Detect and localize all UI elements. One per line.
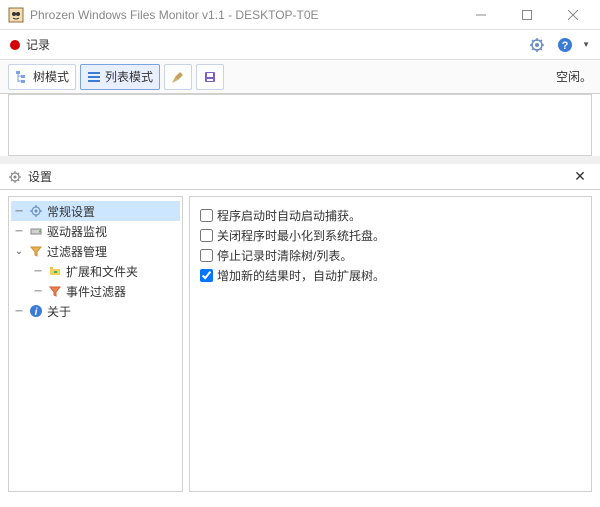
option-autostart-capture[interactable]: 程序启动时自动启动捕获。 (200, 205, 581, 225)
settings-gear-button[interactable] (526, 34, 548, 56)
tree-label: 过滤器管理 (47, 243, 107, 260)
dash-icon: ─ (13, 225, 25, 237)
record-bar: 记录 ? ▼ (0, 30, 600, 60)
broom-icon (171, 70, 185, 84)
tree-mode-button[interactable]: 树模式 (8, 64, 76, 90)
tree-item-general[interactable]: ─ 常规设置 (11, 201, 180, 221)
settings-titlebar: 设置 ✕ (0, 164, 600, 190)
tree-item-filter-manager[interactable]: ⌄ 过滤器管理 (11, 241, 180, 261)
dash-icon: ─ (13, 305, 25, 317)
dropdown-icon[interactable]: ▼ (582, 40, 590, 49)
tree-label: 扩展和文件夹 (66, 263, 138, 280)
tree-label: 事件过滤器 (66, 283, 126, 300)
options-pane: 程序启动时自动启动捕获。 关闭程序时最小化到系统托盘。 停止记录时清除树/列表。… (189, 196, 592, 492)
minimize-button[interactable] (458, 0, 504, 30)
option-autoexpand-tree[interactable]: 增加新的结果时，自动扩展树。 (200, 265, 581, 285)
gear-icon (28, 203, 44, 219)
maximize-button[interactable] (504, 0, 550, 30)
event-filter-icon (47, 283, 63, 299)
dash-icon: ─ (32, 285, 44, 297)
list-icon (87, 70, 101, 84)
record-icon (10, 40, 20, 50)
checkbox[interactable] (200, 229, 213, 242)
option-label: 停止记录时清除树/列表。 (217, 247, 352, 264)
tree-label: 驱动器监视 (47, 223, 107, 240)
list-mode-label: 列表模式 (105, 68, 153, 85)
save-button[interactable] (196, 64, 224, 90)
status-text: 空闲。 (556, 68, 592, 85)
settings-close-button[interactable]: ✕ (568, 165, 592, 189)
drive-icon (28, 223, 44, 239)
tree-item-about[interactable]: ─ i 关于 (11, 301, 180, 321)
settings-body: ─ 常规设置 ─ 驱动器监视 ⌄ 过滤器管理 ─ 扩展和文 (0, 190, 600, 500)
clear-button[interactable] (164, 64, 192, 90)
help-button[interactable]: ? (554, 34, 576, 56)
tree-icon (15, 70, 29, 84)
app-icon (8, 7, 24, 23)
tree-label: 常规设置 (47, 203, 95, 220)
list-mode-button[interactable]: 列表模式 (80, 64, 160, 90)
titlebar: Phrozen Windows Files Monitor v1.1 - DES… (0, 0, 600, 30)
option-label: 关闭程序时最小化到系统托盘。 (217, 227, 385, 244)
divider (0, 156, 600, 164)
dash-icon: ─ (13, 205, 25, 217)
checkbox[interactable] (200, 209, 213, 222)
folder-icon (47, 263, 63, 279)
info-icon: i (28, 303, 44, 319)
filter-icon (28, 243, 44, 259)
results-area (8, 94, 592, 156)
option-minimize-tray[interactable]: 关闭程序时最小化到系统托盘。 (200, 225, 581, 245)
svg-text:?: ? (562, 40, 569, 52)
checkbox[interactable] (200, 249, 213, 262)
tree-mode-label: 树模式 (33, 68, 69, 85)
tree-item-event-filter[interactable]: ─ 事件过滤器 (11, 281, 180, 301)
tree-item-ext-folders[interactable]: ─ 扩展和文件夹 (11, 261, 180, 281)
option-clear-on-stop[interactable]: 停止记录时清除树/列表。 (200, 245, 581, 265)
svg-text:i: i (35, 307, 38, 318)
checkbox[interactable] (200, 269, 213, 282)
save-icon (203, 70, 217, 84)
option-label: 增加新的结果时，自动扩展树。 (217, 267, 385, 284)
gear-icon (8, 170, 22, 184)
close-button[interactable] (550, 0, 596, 30)
dash-icon: ─ (32, 265, 44, 277)
option-label: 程序启动时自动启动捕获。 (217, 207, 361, 224)
record-label[interactable]: 记录 (26, 36, 50, 53)
window-title: Phrozen Windows Files Monitor v1.1 - DES… (30, 8, 458, 22)
tree-item-drive-monitor[interactable]: ─ 驱动器监视 (11, 221, 180, 241)
settings-title: 设置 (28, 168, 562, 185)
settings-tree: ─ 常规设置 ─ 驱动器监视 ⌄ 过滤器管理 ─ 扩展和文 (8, 196, 183, 492)
tree-label: 关于 (47, 303, 71, 320)
toolbar: 树模式 列表模式 空闲。 (0, 60, 600, 94)
chevron-down-icon[interactable]: ⌄ (13, 245, 25, 257)
